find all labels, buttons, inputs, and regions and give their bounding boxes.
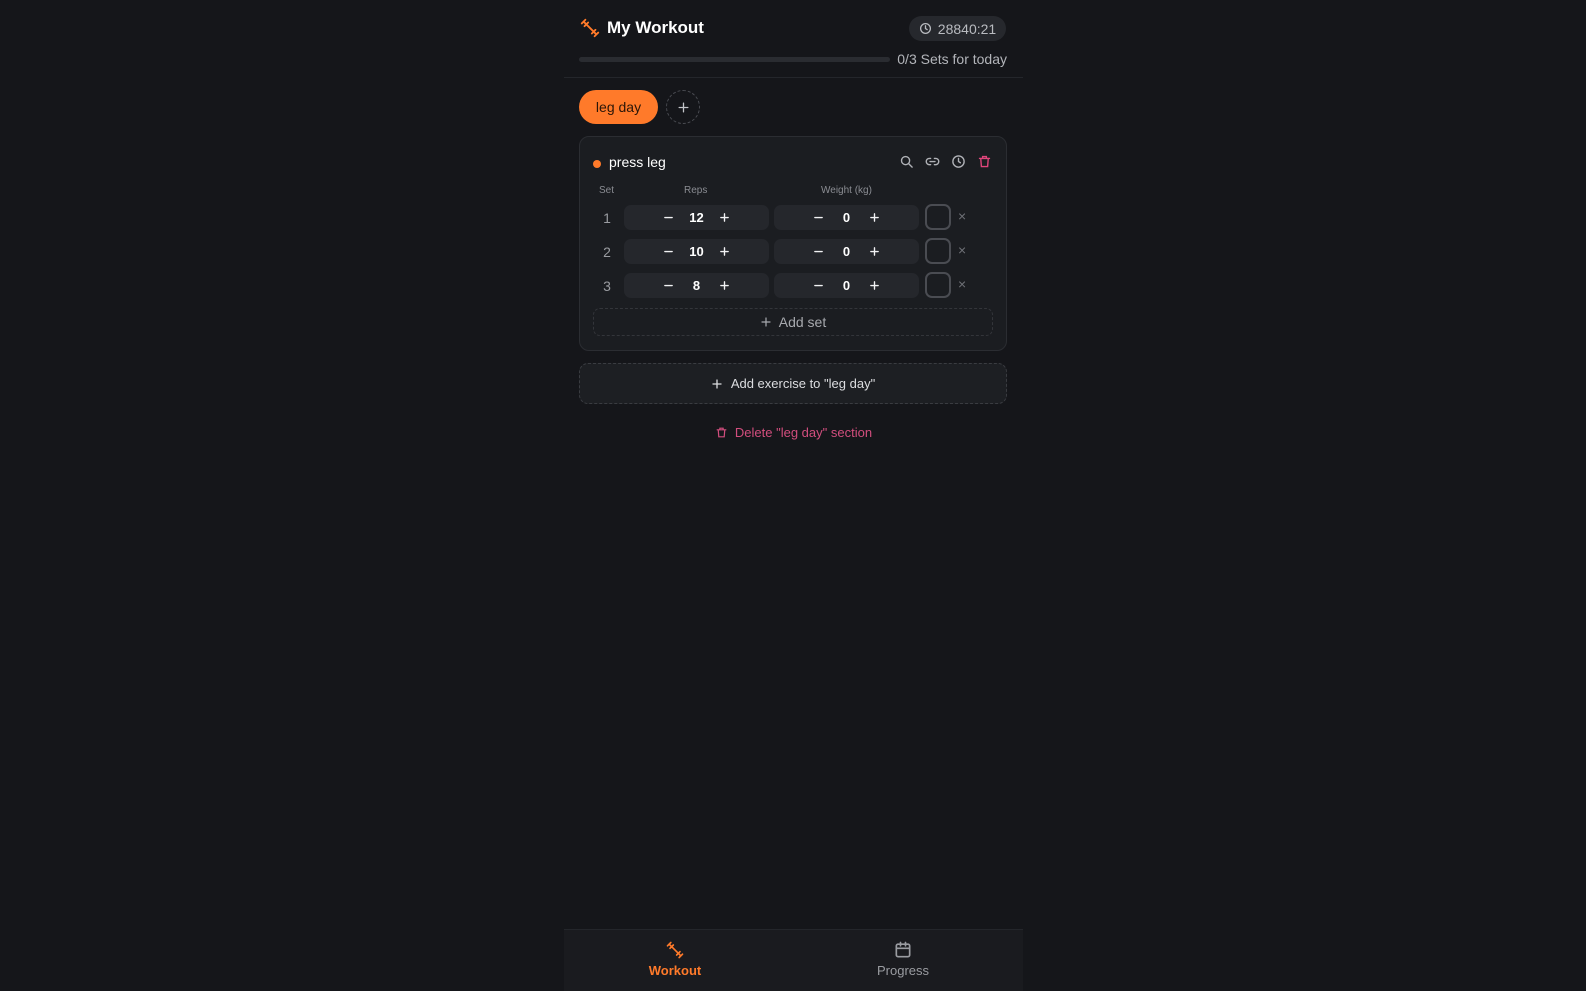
calendar-icon [893,940,913,960]
set-number: 3 [603,278,611,294]
weight-decrement-button[interactable] [805,205,833,230]
nav-progress[interactable]: Progress [843,940,963,978]
plus-icon [870,247,879,256]
minus-icon [814,216,823,219]
add-exercise-button[interactable]: Add exercise to "leg day" [579,363,1007,404]
clock-icon [919,22,932,35]
plus-icon [720,247,729,256]
set-row: 3 8 0 × [580,272,1008,299]
remove-set-button[interactable]: × [958,276,966,292]
minus-icon [664,284,673,287]
reps-value[interactable]: 10 [683,244,711,259]
weight-stepper: 0 [774,273,919,298]
column-header-set: Set [599,185,615,196]
plus-icon [711,378,723,390]
header: My Workout 28840:21 0/3 Sets for today [564,0,1023,78]
column-header-reps: Reps [684,185,708,196]
session-timer[interactable]: 28840:21 [909,16,1006,41]
exercise-status-dot [593,160,601,168]
reps-decrement-button[interactable] [655,273,683,298]
reps-stepper: 10 [624,239,769,264]
remove-set-button[interactable]: × [958,242,966,258]
weight-stepper: 0 [774,239,919,264]
plus-icon [677,101,690,114]
search-icon[interactable] [899,154,914,169]
reps-increment-button[interactable] [711,205,739,230]
trash-icon[interactable] [977,154,992,169]
exercise-actions [899,154,992,169]
set-row: 1 12 0 × [580,204,1008,231]
minus-icon [664,216,673,219]
nav-progress-label: Progress [876,963,930,978]
set-complete-checkbox[interactable] [925,204,951,230]
dumbbell-icon [665,940,685,960]
plus-icon [870,281,879,290]
link-icon[interactable] [925,154,940,169]
add-section-button[interactable] [666,90,700,124]
plus-icon [720,281,729,290]
set-row: 2 10 0 × [580,238,1008,265]
trash-icon [715,426,728,439]
add-set-button[interactable]: Add set [593,308,993,336]
weight-value[interactable]: 0 [833,244,861,259]
reps-stepper: 8 [624,273,769,298]
bottom-nav: Workout Progress [564,929,1023,991]
reps-stepper: 12 [624,205,769,230]
minus-icon [814,250,823,253]
set-complete-checkbox[interactable] [925,272,951,298]
weight-increment-button[interactable] [861,273,889,298]
reps-value[interactable]: 12 [683,210,711,225]
reps-increment-button[interactable] [711,273,739,298]
history-icon[interactable] [951,154,966,169]
dumbbell-icon [579,17,601,39]
plus-icon [760,316,772,328]
minus-icon [664,250,673,253]
plus-icon [720,213,729,222]
delete-section-button[interactable]: Delete "leg day" section [564,421,1023,443]
weight-increment-button[interactable] [861,239,889,264]
nav-workout[interactable]: Workout [615,940,735,978]
remove-set-button[interactable]: × [958,208,966,224]
weight-increment-button[interactable] [861,205,889,230]
exercise-name: press leg [609,154,666,170]
minus-icon [814,284,823,287]
delete-section-label: Delete "leg day" section [734,424,873,440]
reps-increment-button[interactable] [711,239,739,264]
set-complete-checkbox[interactable] [925,238,951,264]
weight-decrement-button[interactable] [805,239,833,264]
reps-decrement-button[interactable] [655,239,683,264]
add-set-label: Add set [778,314,827,330]
sets-progress-label: 0/3 Sets for today [897,51,1007,67]
reps-decrement-button[interactable] [655,205,683,230]
page-title: My Workout [607,18,704,37]
weight-decrement-button[interactable] [805,273,833,298]
set-number: 2 [603,244,611,260]
set-number: 1 [603,210,611,226]
exercise-card: press leg Set Reps Weight (kg) 1 12 0 × … [579,136,1007,351]
column-header-weight: Weight (kg) [821,185,872,196]
app: My Workout 28840:21 0/3 Sets for today l… [564,0,1023,991]
add-exercise-label: Add exercise to "leg day" [730,376,876,391]
nav-workout-label: Workout [648,963,702,978]
weight-stepper: 0 [774,205,919,230]
plus-icon [870,213,879,222]
sets-progress-bar [579,57,890,62]
weight-value[interactable]: 0 [833,278,861,293]
weight-value[interactable]: 0 [833,210,861,225]
reps-value[interactable]: 8 [683,278,711,293]
timer-value: 28840:21 [937,20,997,37]
section-tab-leg-day[interactable]: leg day [579,90,658,124]
